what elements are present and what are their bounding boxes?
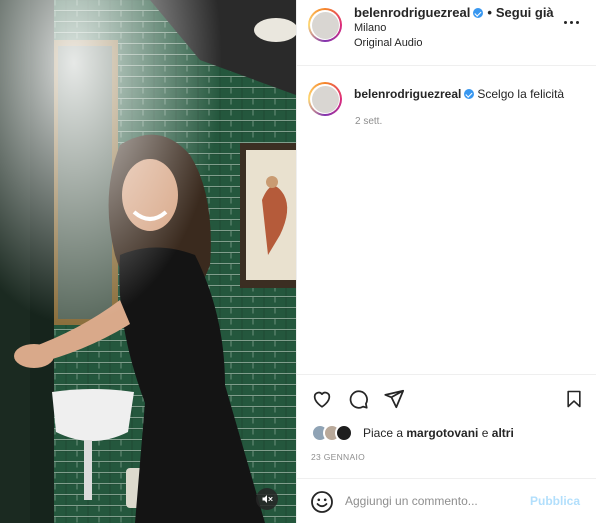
more-horizontal-icon[interactable] <box>559 14 583 30</box>
comment-icon[interactable] <box>345 386 371 412</box>
comment-input[interactable] <box>345 491 525 511</box>
post-header: belenrodriguezreal • Segui già Milano Orig… <box>297 0 596 66</box>
post-location[interactable]: Milano <box>354 22 386 34</box>
post-audio[interactable]: Original Audio <box>354 37 423 49</box>
likes-user-link[interactable]: margotovani <box>406 426 478 440</box>
caption-time[interactable]: 2 sett. <box>355 116 382 127</box>
likes-joiner: e <box>481 426 489 440</box>
liker-avatar[interactable] <box>335 424 353 442</box>
verified-badge-icon <box>473 8 484 18</box>
post-details-panel: belenrodriguezreal • Segui già Milano Orig… <box>296 0 596 523</box>
likes-others-link[interactable]: altri <box>492 426 514 440</box>
likes-prefix: Piace a <box>363 426 404 440</box>
post-video[interactable] <box>0 0 296 523</box>
caption-avatar[interactable] <box>308 82 342 116</box>
emoji-icon[interactable] <box>310 490 334 514</box>
comment-bar: Pubblica <box>297 478 596 523</box>
caption-text: Scelgo la felicità <box>477 87 565 101</box>
mute-toggle-button[interactable] <box>256 488 278 510</box>
author-avatar-image <box>311 11 339 39</box>
author-line: belenrodriguezreal • Segui già <box>354 5 554 20</box>
follow-button[interactable]: Segui già <box>496 5 554 20</box>
author-username[interactable]: belenrodriguezreal <box>354 5 470 20</box>
post-actions: Piace a margotovani e altri 23 GENNAIO <box>297 374 596 474</box>
caption-avatar-image <box>311 85 339 113</box>
video-frame <box>0 0 296 523</box>
caption: belenrodriguezreal Scelgo la felicità <box>354 87 564 101</box>
likes-summary: Piace a margotovani e altri <box>311 423 591 443</box>
caption-username[interactable]: belenrodriguezreal <box>354 87 461 101</box>
publish-button[interactable]: Pubblica <box>530 494 580 508</box>
share-icon[interactable] <box>381 386 407 412</box>
verified-badge-icon <box>464 89 475 99</box>
post-date[interactable]: 23 GENNAIO <box>311 452 365 462</box>
muted-speaker-icon <box>262 495 273 503</box>
bookmark-icon[interactable] <box>561 386 587 412</box>
likes-text: Piace a margotovani e altri <box>363 426 514 440</box>
author-avatar[interactable] <box>308 8 342 42</box>
heart-icon[interactable] <box>309 386 335 412</box>
comments-section: belenrodriguezreal Scelgo la felicità 2 s… <box>297 66 596 374</box>
separator-dot: • <box>487 5 492 20</box>
